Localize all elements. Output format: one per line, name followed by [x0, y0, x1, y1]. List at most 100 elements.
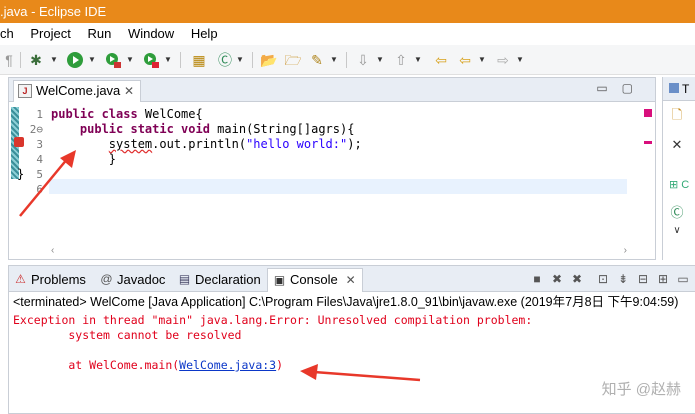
word-wrap-icon[interactable]: ⊟	[635, 271, 651, 287]
chevron-down-icon[interactable]: ▼	[236, 51, 244, 69]
console-line-1: Exception in thread "main" java.lang.Err…	[13, 313, 540, 327]
error-overview-line[interactable]	[644, 141, 652, 144]
menu-window[interactable]: Window	[128, 23, 174, 45]
tab-console-label: Console	[290, 272, 338, 287]
annotation-arrow-console	[300, 364, 421, 382]
console-line-2: system cannot be resolved	[13, 328, 242, 342]
problems-icon: ⚠	[15, 272, 26, 286]
prev-annotation-icon[interactable]: ⇧	[392, 51, 410, 69]
outline-tab-label: T	[682, 82, 690, 96]
tools-icon[interactable]: ✕	[669, 137, 685, 153]
toolbar-separator	[180, 52, 181, 68]
stack-frame-close: )	[276, 358, 284, 372]
code-line-3: system.out.println("hello world:");	[51, 137, 362, 152]
outline-view-icon[interactable]: ⊞ C	[669, 177, 695, 193]
pin-console-icon[interactable]: ⊞	[655, 271, 671, 287]
minimize-icon[interactable]: ▭	[596, 81, 621, 95]
scroll-right-icon[interactable]: ›	[624, 245, 627, 256]
chevron-down-icon[interactable]: ▼	[50, 51, 58, 69]
tab-problems-label: Problems	[31, 272, 86, 287]
outline-tab[interactable]: T	[663, 77, 695, 101]
code-text: .out.println(	[152, 137, 247, 151]
close-icon[interactable]: ✕	[346, 269, 356, 291]
menu-run[interactable]: Run	[87, 23, 111, 45]
new-package-icon[interactable]: ▦	[190, 51, 208, 69]
code-text: WelCome{	[137, 107, 203, 121]
clear-console-icon[interactable]: ⊡	[595, 271, 611, 287]
open-folder-icon[interactable]: 🗁	[284, 51, 302, 69]
stack-frame-text: at WelCome.main(	[13, 358, 180, 372]
new-task-icon[interactable]: 🗋	[669, 107, 685, 123]
at-icon: @	[100, 272, 113, 286]
window-title-bar: .java - Eclipse IDE	[0, 0, 695, 23]
chevron-down-icon[interactable]: ▼	[414, 51, 422, 69]
code-line-2: public static void main(String[]agrs){	[51, 122, 355, 137]
scroll-left-icon[interactable]: ‹	[51, 245, 54, 256]
wand-icon[interactable]: ✎	[308, 51, 326, 69]
terminate-icon[interactable]: ■	[529, 271, 545, 287]
run-coverage-icon[interactable]	[104, 51, 122, 69]
tab-declaration[interactable]: ▤ Declaration	[177, 270, 261, 290]
code-text: main(String[]agrs){	[209, 122, 355, 136]
chevron-down-icon[interactable]: ▼	[516, 51, 524, 69]
console-header: <terminated> WelCome [Java Application] …	[13, 295, 679, 309]
tab-console[interactable]: ▣ Console ✕	[267, 268, 363, 292]
back-icon[interactable]: ⇦	[456, 51, 474, 69]
open-type-icon[interactable]: 📂	[260, 51, 278, 69]
chevron-down-icon[interactable]: ▼	[478, 51, 486, 69]
toolbar-separator	[346, 52, 347, 68]
tab-javadoc-label: Javadoc	[117, 272, 166, 287]
menu-search[interactable]: ch	[0, 23, 14, 45]
menu-project[interactable]: Project	[30, 23, 70, 45]
java-file-icon: J	[18, 84, 32, 98]
tab-problems[interactable]: ⚠ Problems	[13, 270, 86, 290]
bottom-tab-row: ⚠ Problems @ Javadoc ▤ Declaration ▣ Console…	[9, 266, 695, 292]
code-line-1: public class WelCome{	[51, 107, 203, 122]
window-controls: ▭▢	[596, 81, 647, 95]
line-number: 2⊖	[29, 123, 43, 136]
annotation-arrow-editor	[19, 150, 76, 217]
keyword: public class	[51, 107, 138, 121]
chevron-down-icon[interactable]: ▼	[88, 51, 96, 69]
tab-javadoc[interactable]: @ Javadoc	[99, 270, 165, 290]
debug-icon[interactable]: ✱	[27, 51, 45, 69]
chevron-down-icon[interactable]: ▼	[164, 51, 172, 69]
source-link[interactable]: WelCome.java:3	[179, 358, 276, 372]
last-edit-icon[interactable]: ⇦	[432, 51, 450, 69]
window-title: .java - Eclipse IDE	[0, 4, 107, 19]
scroll-lock-icon[interactable]: ⇟	[615, 271, 631, 287]
outline-icon	[669, 83, 679, 93]
code-area[interactable]: public class WelCome{ public static void…	[17, 107, 631, 247]
toolbar-separator	[20, 52, 21, 68]
close-icon[interactable]: ✕	[124, 81, 134, 101]
console-icon: ▣	[273, 273, 286, 287]
display-console-icon[interactable]: ▭	[675, 271, 691, 287]
outline-panel: T 🗋 ✕ ⊞ C Ⓒ ∨	[662, 77, 695, 260]
chevron-down-icon[interactable]: ▼	[376, 51, 384, 69]
watermark: 知乎 @赵赫	[601, 381, 681, 398]
maximize-icon[interactable]: ▢	[622, 81, 647, 95]
external-tools-icon[interactable]	[142, 51, 160, 69]
next-annotation-icon[interactable]: ⇩	[354, 51, 372, 69]
remove-all-icon[interactable]: ✖	[569, 271, 585, 287]
new-class-icon[interactable]: Ⓒ	[216, 51, 234, 69]
class-node-icon[interactable]: Ⓒ	[669, 205, 685, 221]
remove-launch-icon[interactable]: ✖	[549, 271, 565, 287]
editor-tab-welcome[interactable]: J WelCome.java ✕	[13, 80, 141, 102]
forward-icon[interactable]: ⇨	[494, 51, 512, 69]
horizontal-scrollbar[interactable]: ‹ ›	[49, 245, 629, 257]
error-token[interactable]: system	[109, 137, 152, 151]
toolbar-separator	[252, 52, 253, 68]
outline-view-label: C	[681, 179, 690, 191]
chevron-down-icon[interactable]: ▼	[126, 51, 134, 69]
string-literal: "hello world:"	[246, 137, 348, 151]
chevron-down-icon[interactable]: ∨	[669, 223, 685, 239]
tab-declaration-label: Declaration	[195, 272, 261, 287]
menu-help[interactable]: Help	[191, 23, 218, 45]
console-line-3: at WelCome.main(WelCome.java:3)	[13, 358, 283, 373]
error-overview-marker[interactable]	[644, 109, 652, 117]
pilcrow-icon[interactable]: ¶	[0, 51, 18, 69]
run-icon[interactable]	[66, 51, 84, 69]
editor-tab-label: WelCome.java	[36, 83, 121, 98]
chevron-down-icon[interactable]: ▼	[330, 51, 338, 69]
